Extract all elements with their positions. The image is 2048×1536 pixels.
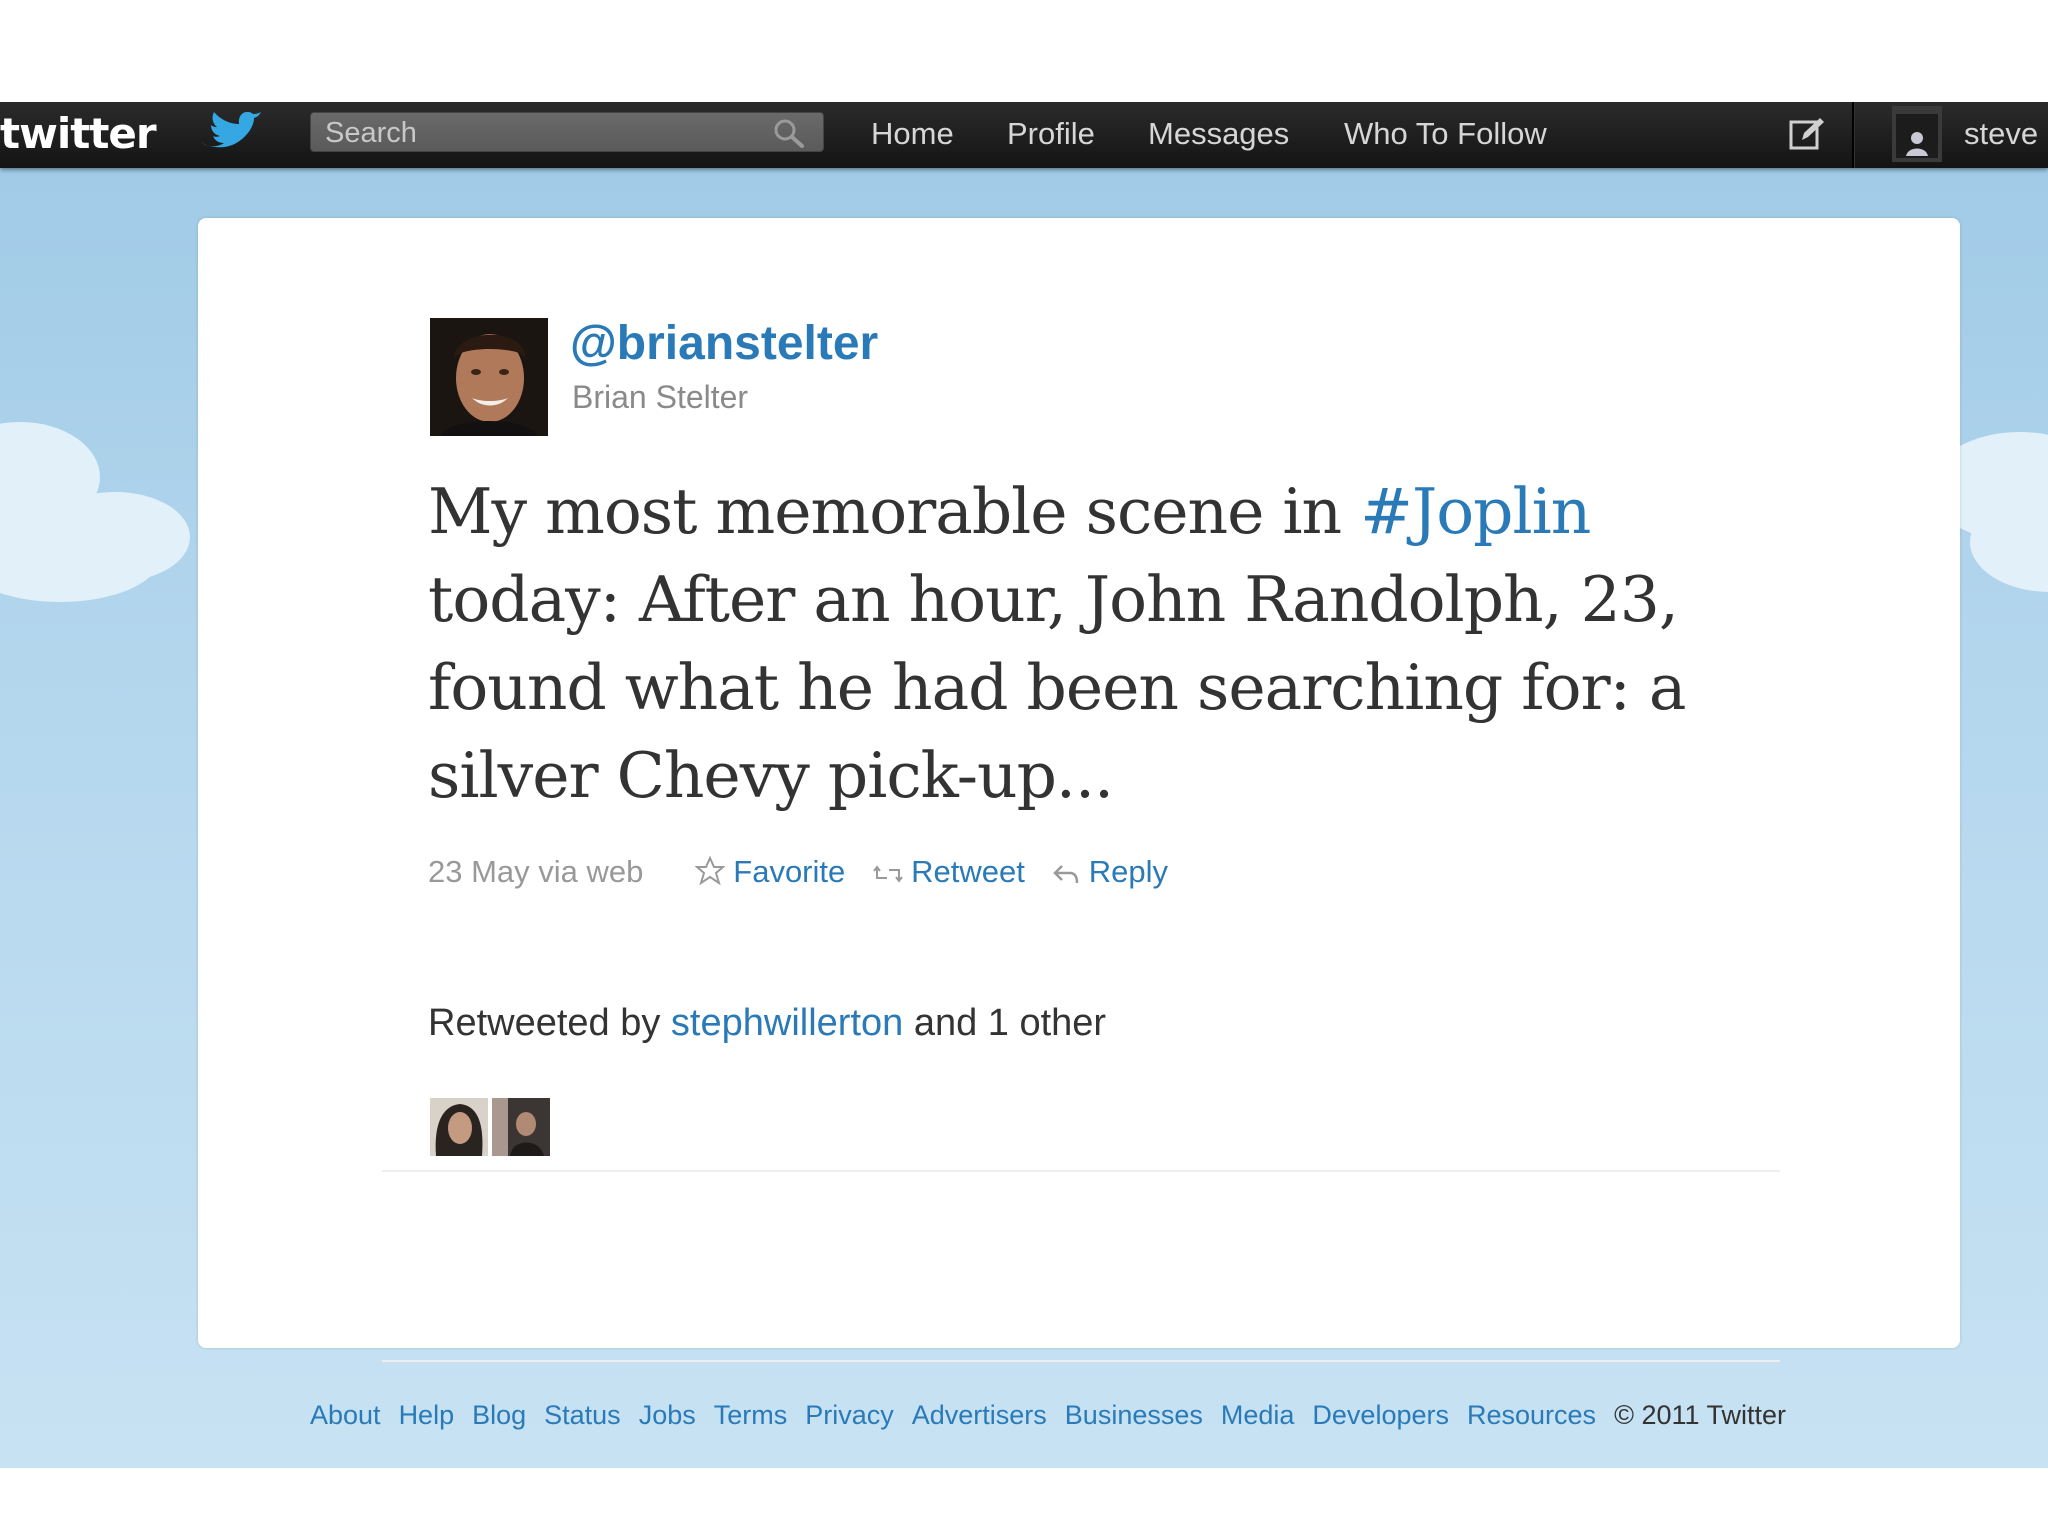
retweeter-avatar[interactable] bbox=[492, 1098, 550, 1156]
twitter-logo[interactable]: twitter bbox=[0, 110, 157, 158]
divider bbox=[382, 1170, 1780, 1172]
tweet-text-before: My most memorable scene in bbox=[428, 475, 1361, 548]
footer-link-advertisers[interactable]: Advertisers bbox=[912, 1400, 1047, 1430]
retweeter-avatar[interactable] bbox=[430, 1098, 488, 1156]
copyright: © 2011 Twitter bbox=[1614, 1400, 1787, 1430]
footer-link-privacy[interactable]: Privacy bbox=[805, 1400, 894, 1430]
footer: About Help Blog Status Jobs Terms Privacy Adver… bbox=[310, 1398, 1786, 1432]
current-username[interactable]: steve bbox=[1964, 116, 2038, 152]
compose-icon[interactable] bbox=[1788, 116, 1826, 152]
retweeted-by: Retweeted by stephwillerton and 1 other bbox=[428, 1000, 1106, 1046]
nav-home[interactable]: Home bbox=[871, 116, 954, 152]
top-navigation-bar: twitter Home Profile Messages Who To Fol… bbox=[0, 102, 2048, 168]
footer-link-media[interactable]: Media bbox=[1221, 1400, 1295, 1430]
nav-divider bbox=[1852, 102, 1854, 168]
footer-link-jobs[interactable]: Jobs bbox=[639, 1400, 696, 1430]
reply-icon bbox=[1053, 865, 1079, 884]
search-input[interactable] bbox=[323, 113, 767, 153]
reply-label: Reply bbox=[1088, 854, 1168, 889]
reply-button[interactable]: Reply bbox=[1052, 854, 1168, 889]
retweeted-by-suffix: and 1 other bbox=[903, 1002, 1107, 1044]
footer-link-about[interactable]: About bbox=[310, 1400, 381, 1430]
tweet-text-after: today: After an hour, John Randolph, 23,… bbox=[428, 563, 1686, 812]
twitter-bird-icon bbox=[200, 112, 261, 148]
retweeter-link[interactable]: stephwillerton bbox=[671, 1002, 903, 1044]
retweet-label: Retweet bbox=[911, 854, 1025, 889]
hashtag-link[interactable]: #Joplin bbox=[1360, 475, 1591, 548]
author-avatar[interactable] bbox=[430, 318, 548, 436]
tweet-card: @brianstelter Brian Stelter My most memo… bbox=[198, 218, 1960, 1362]
retweet-icon bbox=[872, 865, 903, 883]
footer-link-resources[interactable]: Resources bbox=[1467, 1400, 1596, 1430]
star-icon bbox=[694, 856, 725, 886]
search-box[interactable] bbox=[310, 112, 824, 153]
favorite-label: Favorite bbox=[733, 854, 846, 889]
nav-profile[interactable]: Profile bbox=[1007, 116, 1095, 152]
footer-link-terms[interactable]: Terms bbox=[714, 1400, 788, 1430]
retweeted-by-prefix: Retweeted by bbox=[428, 1002, 671, 1044]
search-icon[interactable] bbox=[773, 118, 805, 148]
footer-link-developers[interactable]: Developers bbox=[1312, 1400, 1449, 1430]
footer-link-status[interactable]: Status bbox=[544, 1400, 621, 1430]
nav-who-to-follow[interactable]: Who To Follow bbox=[1344, 116, 1547, 152]
tweet-timestamp[interactable]: 23 May via web bbox=[428, 854, 643, 889]
nav-messages[interactable]: Messages bbox=[1148, 116, 1289, 152]
author-full-name: Brian Stelter bbox=[572, 379, 749, 415]
tweet-meta-row: 23 May via web Favorite Retweet Reply bbox=[428, 852, 1168, 892]
user-avatar[interactable] bbox=[1892, 106, 1942, 162]
tweet-text: My most memorable scene in #Joplin today… bbox=[428, 468, 1728, 820]
footer-link-businesses[interactable]: Businesses bbox=[1065, 1400, 1203, 1430]
favorite-button[interactable]: Favorite bbox=[694, 854, 854, 889]
footer-link-blog[interactable]: Blog bbox=[472, 1400, 526, 1430]
footer-link-help[interactable]: Help bbox=[399, 1400, 455, 1430]
divider bbox=[382, 1360, 1780, 1362]
retweet-button[interactable]: Retweet bbox=[872, 854, 1034, 889]
page-background: twitter Home Profile Messages Who To Fol… bbox=[0, 102, 2048, 1468]
author-screen-name[interactable]: @brianstelter bbox=[570, 316, 878, 372]
